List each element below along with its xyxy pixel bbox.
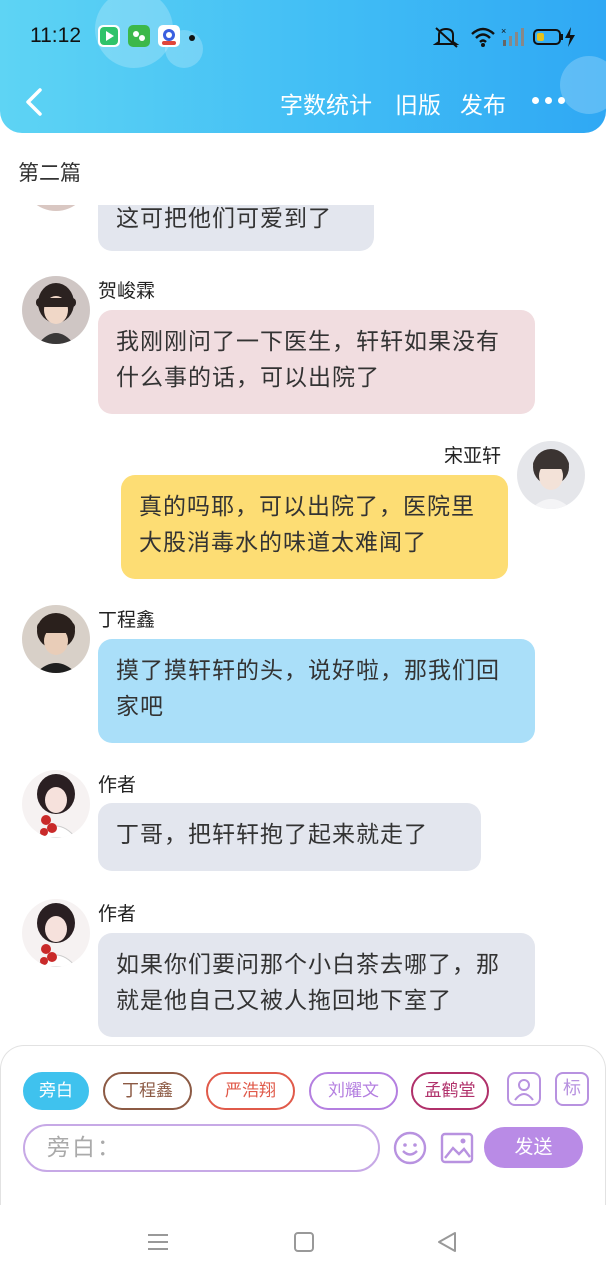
chat-list[interactable]: 这可把他们可爱到了 贺峻霖 我刚刚问了一下医生，轩轩如果没有什么事的话，可以出院… [0,205,606,1045]
emoji-icon[interactable] [392,1130,428,1166]
old-version-button[interactable]: 旧版 [395,86,441,120]
avatar-author[interactable] [22,770,90,838]
composer-panel: 旁白 丁程鑫 严浩翔 刘耀文 孟鹤堂 标 旁白： 发送 [0,1045,606,1205]
more-options-icon[interactable] [530,86,570,116]
message-bubble[interactable]: 如果你们要问那个小白茶去哪了，那就是他自己又被人拖回地下室了 [98,933,535,1037]
message-bubble[interactable]: 真的吗耶，可以出院了，医院里大股消毒水的味道太难闻了 [121,475,508,579]
message-bubble[interactable]: 丁哥，把轩轩抱了起来就走了 [98,803,481,871]
signal-icon: × [501,26,524,46]
video-app-icon [98,25,120,47]
avatar-he-junlin[interactable] [22,276,90,344]
image-icon[interactable] [439,1130,475,1166]
character-manage-icon[interactable] [507,1072,541,1106]
status-bar: 11:12 × [0,0,606,76]
top-header: 11:12 × 字数统计 旧版 发布 [0,0,606,133]
navigation-bar: 字数统计 旧版 发布 [0,76,606,128]
status-time: 11:12 [30,24,81,47]
system-navigation-bar [0,1205,606,1280]
message-text: 这可把他们可爱到了 [116,206,332,232]
mute-icon [433,27,460,48]
back-arrow-icon[interactable] [18,82,52,122]
message-text: 真的吗耶，可以出院了，医院里大股消毒水的味道太难闻了 [139,494,475,556]
role-chip-narration[interactable]: 旁白 [23,1072,89,1110]
speaker-name: 作者 [98,903,137,925]
message-bubble[interactable]: 我刚刚问了一下医生，轩轩如果没有什么事的话，可以出院了 [98,310,535,414]
send-button[interactable]: 发送 [484,1127,583,1168]
message-bubble[interactable]: 摸了摸轩轩的头，说好啦，那我们回家吧 [98,639,535,743]
svg-text:×: × [501,26,506,36]
message-text: 摸了摸轩轩的头，说好啦，那我们回家吧 [116,658,500,720]
message-input[interactable]: 旁白： [23,1124,380,1172]
menu-icon[interactable] [146,1230,170,1254]
message-bubble[interactable]: 这可把他们可爱到了 [98,205,374,251]
message-text: 如果你们要问那个小白茶去哪了，那就是他自己又被人拖回地下室了 [116,952,500,1014]
message-text: 丁哥，把轩轩抱了起来就走了 [116,822,428,848]
avatar-ding-chengxin[interactable] [22,605,90,673]
role-chip-yan-haoxiang[interactable]: 严浩翔 [206,1072,295,1110]
role-chip-ding-chengxin[interactable]: 丁程鑫 [103,1072,192,1110]
publish-button[interactable]: 发布 [460,86,506,120]
battery-icon [533,27,575,47]
wechat-app-icon [128,25,150,47]
role-chip-meng-hetang[interactable]: 孟鹤堂 [411,1072,489,1110]
avatar-song-yaxuan[interactable] [517,441,585,509]
word-count-button[interactable]: 字数统计 [280,86,372,120]
speaker-name: 宋亚轩 [444,445,502,467]
mark-button[interactable]: 标 [555,1072,589,1106]
wifi-icon [471,27,495,47]
chapter-title: 第二篇 [18,161,81,185]
home-icon[interactable] [292,1230,316,1254]
avatar[interactable] [22,205,90,211]
back-triangle-icon[interactable] [435,1230,459,1254]
speaker-name: 作者 [98,774,137,796]
role-chip-liu-yaowen[interactable]: 刘耀文 [309,1072,398,1110]
speaker-name: 丁程鑫 [98,609,156,631]
avatar-author[interactable] [22,899,90,967]
baidu-app-icon [158,25,180,47]
speaker-name: 贺峻霖 [98,280,156,302]
message-text: 我刚刚问了一下医生，轩轩如果没有什么事的话，可以出院了 [116,329,500,391]
notification-dot [189,35,195,41]
